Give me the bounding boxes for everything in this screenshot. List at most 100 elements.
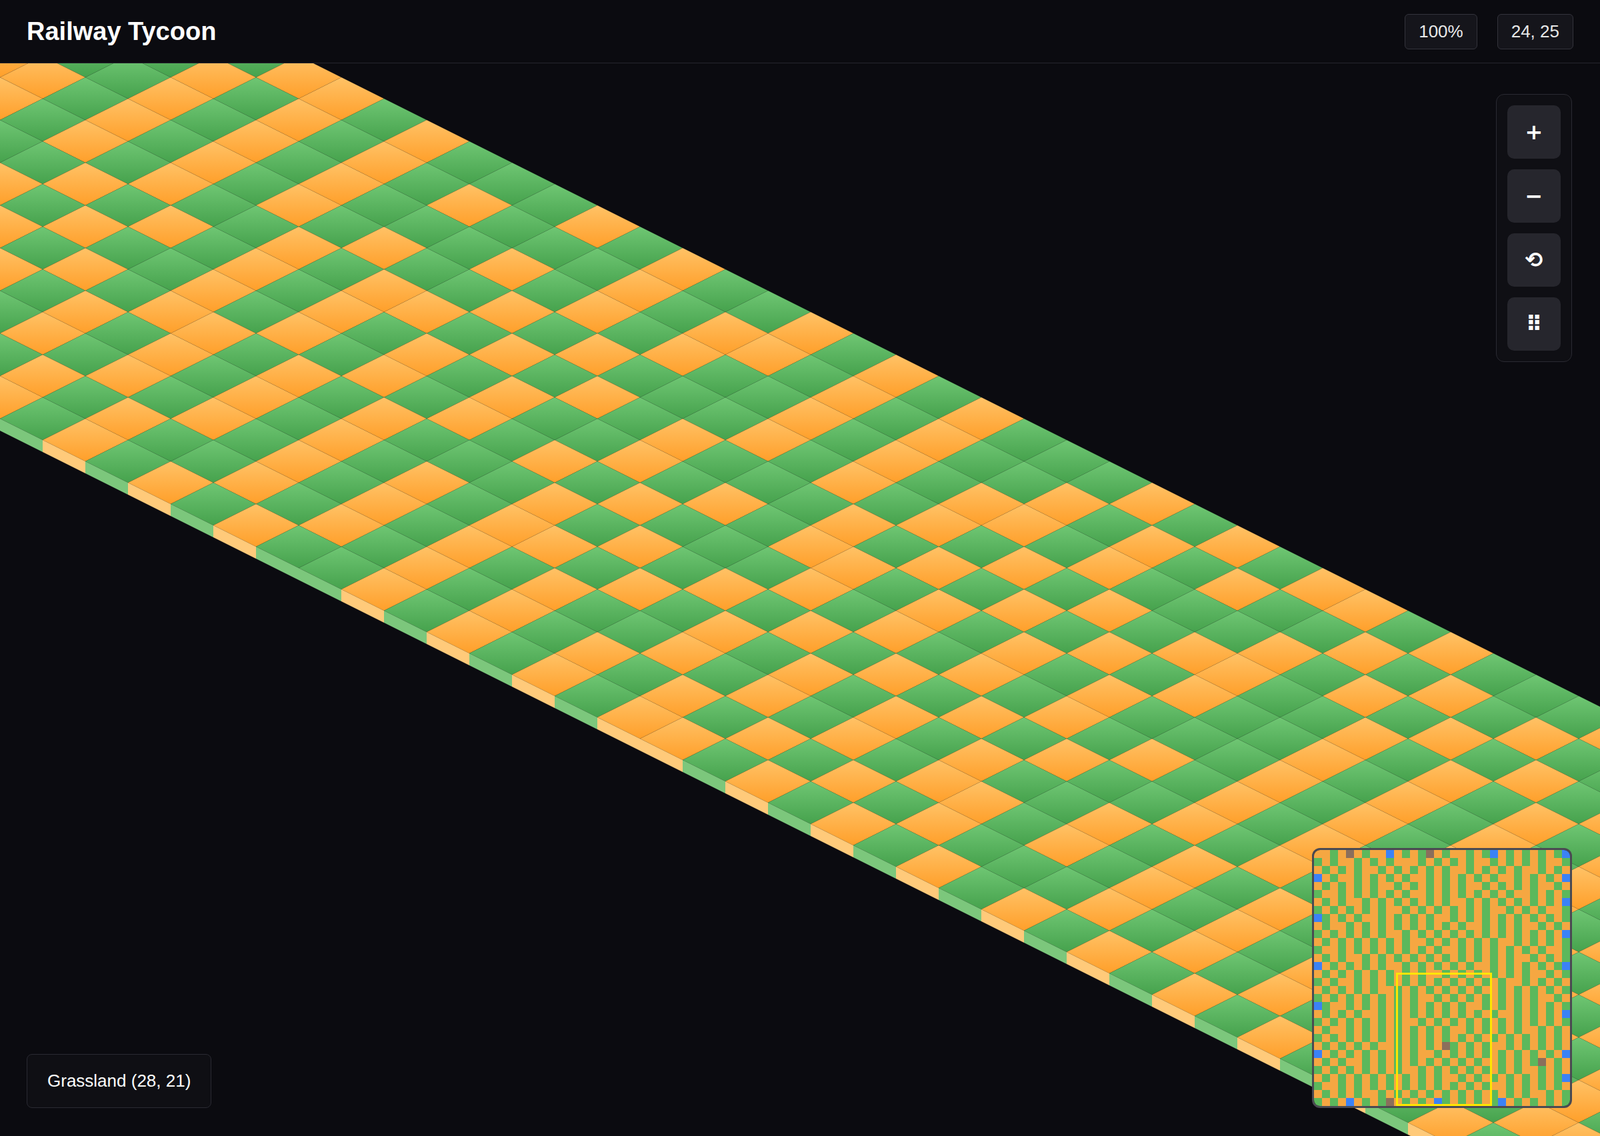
minimap-cell [1466, 898, 1474, 906]
map-control-button[interactable]: + [1507, 105, 1561, 159]
map-control-button[interactable]: ⠿ [1507, 297, 1561, 351]
minimap-cell [1466, 906, 1474, 914]
minimap-cell [1466, 1002, 1474, 1010]
minimap[interactable] [1312, 848, 1572, 1108]
minimap-cell [1498, 962, 1506, 970]
tile-side [853, 845, 896, 879]
minimap-cell [1546, 1002, 1554, 1010]
minimap-cell [1330, 962, 1338, 970]
minimap-cell [1330, 1066, 1338, 1074]
map-tile[interactable] [1408, 888, 1494, 931]
minimap-cell [1330, 922, 1338, 930]
minimap-cell [1346, 1034, 1354, 1042]
minimap-cell [1386, 1026, 1394, 1034]
minimap-cell [1362, 1010, 1370, 1018]
minimap-cell [1450, 866, 1458, 874]
minimap-cell [1410, 906, 1418, 914]
map-tile[interactable] [1493, 1058, 1579, 1102]
map-tile[interactable] [1536, 824, 1600, 867]
minimap-cell [1426, 1026, 1434, 1034]
minimap-cell [1546, 1082, 1554, 1090]
map-tile[interactable] [1408, 1016, 1494, 1059]
minimap-cell [1338, 954, 1346, 962]
minimap-cell [1362, 1074, 1370, 1082]
minimap-cell [1498, 946, 1506, 954]
map-tile[interactable] [1365, 994, 1451, 1038]
minimap-cell [1538, 1098, 1546, 1106]
map-tile[interactable] [1322, 888, 1408, 931]
minimap-cell [1474, 1066, 1482, 1074]
minimap-cell [1370, 970, 1378, 978]
minimap-cell [1410, 962, 1418, 970]
map-tile[interactable] [1450, 994, 1536, 1038]
minimap-cell [1482, 890, 1490, 898]
map-tile[interactable] [1322, 930, 1408, 974]
minimap-row [1314, 1026, 1570, 1034]
tile-side [298, 568, 342, 602]
map-tile[interactable] [1493, 930, 1579, 974]
minimap-viewport[interactable] [1396, 972, 1492, 1106]
minimap-cell [1314, 1074, 1322, 1082]
map-tile[interactable] [1450, 866, 1536, 910]
minimap-cell [1330, 1034, 1338, 1042]
minimap-cell [1402, 914, 1410, 922]
minimap-cell [1482, 1026, 1490, 1034]
minimap-cell [1426, 930, 1434, 938]
minimap-row [1314, 850, 1570, 858]
map-tile[interactable] [1408, 1058, 1494, 1102]
minimap-cell [1522, 922, 1530, 930]
map-tile[interactable] [1536, 1122, 1600, 1136]
map-tile[interactable] [1365, 866, 1451, 910]
map-tile[interactable] [1450, 1122, 1536, 1136]
minimap-cell [1434, 1026, 1442, 1034]
minimap-cell [1442, 1074, 1450, 1082]
minimap-cell [1362, 890, 1370, 898]
minimap-cell [1498, 890, 1506, 898]
map-tile[interactable] [1536, 952, 1600, 995]
map-tile[interactable] [1408, 930, 1494, 974]
minimap-cell [1434, 954, 1442, 962]
minimap-cell [1490, 914, 1498, 922]
minimap-cell [1522, 946, 1530, 954]
minimap-cell [1442, 954, 1450, 962]
minimap-row [1314, 1058, 1570, 1066]
minimap-cell [1506, 970, 1514, 978]
map-tile[interactable] [1536, 994, 1600, 1038]
map-tile[interactable] [1493, 888, 1579, 931]
minimap-cell [1394, 930, 1402, 938]
minimap-cell [1386, 1074, 1394, 1082]
minimap-cell [1386, 930, 1394, 938]
tile-side [1152, 994, 1195, 1028]
minimap-cell [1466, 1010, 1474, 1018]
map-tile[interactable] [1450, 824, 1536, 867]
map-tile[interactable] [1493, 1016, 1579, 1059]
minimap-cell [1490, 874, 1498, 882]
minimap-cell [1554, 1026, 1562, 1034]
minimap-cell [1338, 1082, 1346, 1090]
map-control-button[interactable]: ⟲ [1507, 233, 1561, 287]
minimap-cell [1378, 1050, 1386, 1058]
minimap-cell [1386, 922, 1394, 930]
minimap-cell [1442, 986, 1450, 994]
minimap-cell [1346, 1066, 1354, 1074]
minimap-cell [1498, 1074, 1506, 1082]
minimap-cell [1554, 970, 1562, 978]
minimap-cell [1370, 1010, 1378, 1018]
minimap-cell [1338, 1066, 1346, 1074]
map-tile[interactable] [1536, 866, 1600, 910]
minimap-cell [1314, 962, 1322, 970]
minimap-cell [1434, 922, 1442, 930]
map-control-button[interactable]: − [1507, 169, 1561, 223]
minimap-cell [1498, 1098, 1506, 1106]
minimap-cell [1354, 1018, 1362, 1026]
map-tile[interactable] [1365, 824, 1451, 867]
minimap-cell [1498, 1034, 1506, 1042]
top-bar: Railway Tycoon100%24, 25 [0, 0, 1600, 64]
minimap-cell [1450, 882, 1458, 890]
minimap-cell [1330, 970, 1338, 978]
minimap-cell [1346, 874, 1354, 882]
map-tile[interactable] [1322, 1058, 1408, 1102]
minimap-cell [1450, 1026, 1458, 1034]
minimap-cell [1314, 1034, 1322, 1042]
map-tile[interactable] [1322, 1016, 1408, 1059]
